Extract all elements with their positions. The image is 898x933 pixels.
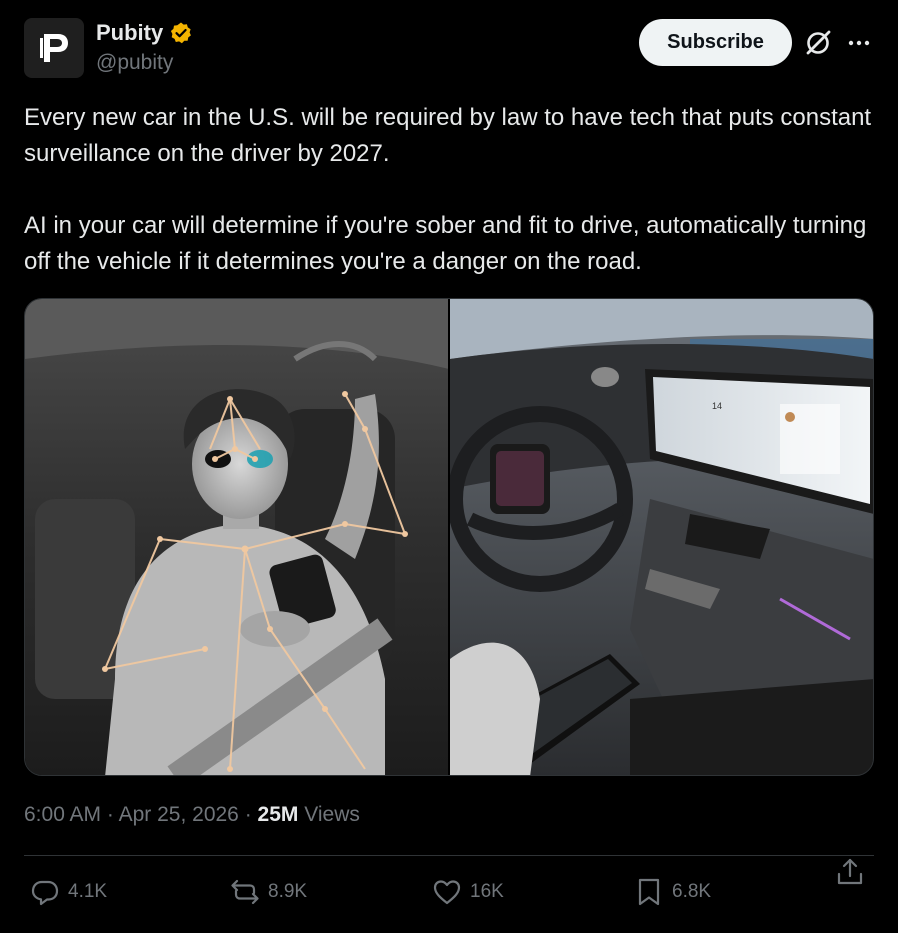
bookmark-icon bbox=[638, 878, 660, 906]
views-label: Views bbox=[304, 803, 360, 826]
share-icon[interactable] bbox=[834, 856, 866, 888]
reply-count: 4.1K bbox=[68, 881, 108, 902]
post-time[interactable]: 6:00 AM bbox=[24, 803, 101, 826]
dashboard-speed-text: 14 bbox=[712, 401, 722, 411]
reply-action[interactable]: 4.1K bbox=[30, 876, 107, 908]
post-meta: 6:00 AM · Apr 25, 2026 · 25M Views bbox=[24, 803, 360, 827]
car-dashboard-image[interactable]: 14 bbox=[450, 299, 873, 775]
repost-icon bbox=[231, 879, 259, 905]
like-action[interactable]: 16K bbox=[432, 876, 504, 908]
heart-icon bbox=[433, 880, 461, 905]
reply-icon bbox=[31, 880, 59, 906]
author-name-row[interactable]: Pubity bbox=[96, 20, 193, 46]
bookmark-count: 6.8K bbox=[672, 881, 712, 902]
post: Pubity @pubity Subscribe Every new car i… bbox=[0, 0, 898, 933]
driver-monitoring-image[interactable] bbox=[25, 299, 448, 775]
pubity-logo-icon bbox=[40, 34, 68, 62]
divider bbox=[24, 855, 874, 856]
author-name[interactable]: Pubity bbox=[96, 20, 163, 46]
author-handle[interactable]: @pubity bbox=[96, 51, 173, 75]
subscribe-button[interactable]: Subscribe bbox=[639, 19, 792, 66]
post-date[interactable]: Apr 25, 2026 bbox=[119, 803, 239, 826]
meta-separator-2: · bbox=[244, 803, 252, 826]
meta-separator: · bbox=[106, 803, 114, 826]
repost-action[interactable]: 8.9K bbox=[230, 876, 307, 908]
avatar[interactable] bbox=[24, 18, 84, 78]
verified-badge-icon bbox=[171, 22, 192, 44]
like-count: 16K bbox=[470, 881, 504, 902]
grok-icon[interactable] bbox=[803, 28, 833, 58]
bookmark-action[interactable]: 6.8K bbox=[634, 876, 711, 908]
more-options-icon[interactable] bbox=[846, 30, 872, 56]
post-media[interactable]: 14 bbox=[24, 298, 874, 776]
views-count: 25M bbox=[257, 803, 299, 826]
post-text: Every new car in the U.S. will be requir… bbox=[24, 104, 872, 275]
repost-count: 8.9K bbox=[268, 881, 308, 902]
